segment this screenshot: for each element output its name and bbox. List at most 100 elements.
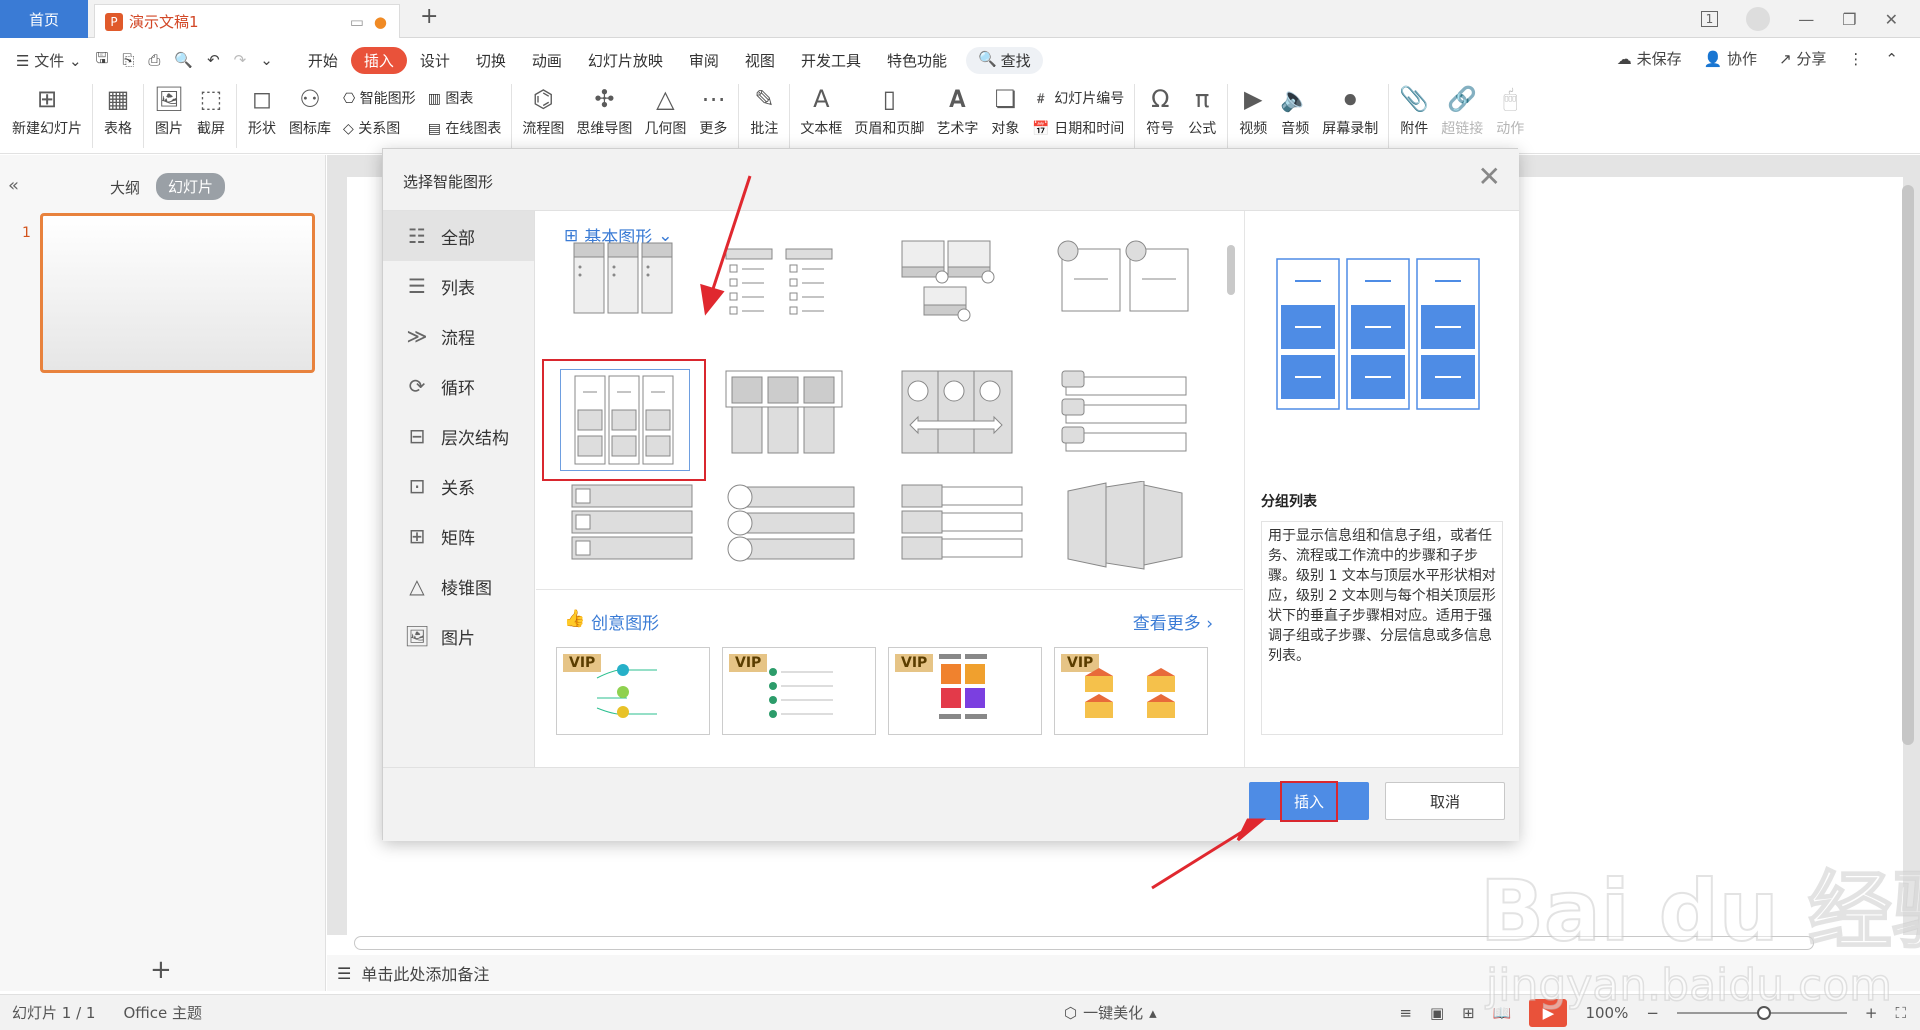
tab-review[interactable]: 审阅 — [676, 47, 732, 74]
smart-shape-button[interactable]: ⎔ 智能图形 — [343, 88, 416, 108]
category-picture[interactable]: 🖼 图片 — [383, 611, 534, 661]
tab-transition[interactable]: 切换 — [463, 47, 519, 74]
collapse-ribbon-icon[interactable]: ⌃ — [1885, 50, 1898, 68]
sorter-view-icon[interactable]: ⊞ — [1462, 1004, 1475, 1022]
close-icon[interactable]: ✕ — [1885, 10, 1898, 29]
export-icon[interactable]: ⎘ — [122, 51, 134, 69]
object-button[interactable]: ❏ 对象 — [984, 80, 1026, 138]
category-pyramid[interactable]: △ 棱锥图 — [383, 561, 534, 611]
page-count-icon[interactable]: 1 — [1700, 11, 1719, 27]
shape-checkbox-list[interactable] — [550, 481, 714, 603]
notes-toggle-icon[interactable]: ≡ — [1399, 1004, 1412, 1022]
shape-picture-caption-list[interactable] — [882, 239, 1046, 361]
tab-start[interactable]: 开始 — [295, 47, 351, 74]
add-slide-button[interactable]: + — [150, 955, 172, 985]
shape-label-list[interactable] — [882, 481, 1046, 603]
tab-insert[interactable]: 插入 — [350, 46, 407, 74]
avatar[interactable] — [1746, 7, 1771, 31]
shape-bullet-list[interactable] — [716, 239, 880, 361]
more-options-icon[interactable]: ⋮ — [1848, 50, 1863, 68]
wordart-button[interactable]: 𝐀 艺术字 — [930, 80, 984, 138]
more-button[interactable]: ⋯ 更多 — [692, 80, 734, 138]
shape-staggered-panels[interactable] — [1048, 480, 1212, 603]
table-button[interactable]: ▦ 表格 — [97, 80, 139, 138]
audio-button[interactable]: 🔈 音频 — [1274, 80, 1316, 138]
shape-tab-list[interactable] — [1048, 361, 1212, 483]
tab-animation[interactable]: 动画 — [519, 47, 575, 74]
relation-diagram-button[interactable]: ◇ 关系图 — [343, 118, 416, 138]
zoom-in-icon[interactable]: + — [1865, 1004, 1878, 1022]
tab-developer[interactable]: 开发工具 — [788, 47, 874, 74]
undo-icon[interactable]: ↶ — [207, 51, 220, 69]
preview-icon[interactable]: 🔍 — [174, 51, 193, 69]
search-button[interactable]: 🔍 查找 — [965, 46, 1043, 74]
hyperlink-button[interactable]: 🔗 超链接 — [1435, 80, 1489, 138]
shape-circle-arrow-process[interactable] — [882, 361, 1046, 483]
shape-circle-accent-list[interactable] — [1048, 239, 1212, 361]
collapse-panel-icon[interactable]: « — [8, 175, 19, 196]
tab-design[interactable]: 设计 — [407, 47, 463, 74]
cancel-button[interactable]: 取消 — [1385, 782, 1505, 820]
datetime-button[interactable]: 📅 日期和时间 — [1032, 118, 1124, 138]
online-chart-button[interactable]: ▤ 在线图表 — [428, 118, 502, 138]
screen-record-button[interactable]: ⏺ 屏幕录制 — [1316, 80, 1384, 138]
vip-template-card[interactable]: VIP — [1054, 647, 1208, 735]
insert-button[interactable]: 插入 — [1249, 780, 1369, 822]
quick-access-dropdown-icon[interactable]: ⌄ — [260, 51, 273, 69]
action-button[interactable]: 🖱 动作 — [1489, 80, 1531, 138]
print-icon[interactable]: ⎙ — [148, 51, 160, 69]
shape-grouped-list[interactable] — [542, 359, 706, 481]
slide-thumbnail[interactable] — [40, 213, 315, 373]
new-slide-button[interactable]: ⊞ 新建幻灯片 — [6, 80, 88, 138]
image-button[interactable]: 🖼 图片 — [148, 80, 190, 138]
flowchart-button[interactable]: ⌬ 流程图 — [516, 80, 570, 138]
tab-slides[interactable]: 幻灯片 — [156, 173, 226, 200]
beautify-button[interactable]: ⬡ 一键美化 ▴ — [1064, 1002, 1157, 1023]
share-button[interactable]: ↗ 分享 — [1779, 48, 1826, 69]
gallery-scrollbar[interactable] — [1227, 245, 1235, 295]
tab-slideshow[interactable]: 幻灯片放映 — [575, 47, 676, 74]
horizontal-scrollbar[interactable] — [354, 936, 1814, 950]
geometry-button[interactable]: △ 几何图 — [638, 80, 692, 138]
tab-view[interactable]: 视图 — [732, 47, 788, 74]
category-process[interactable]: ≫ 流程 — [383, 311, 534, 361]
redo-icon[interactable]: ↷ — [234, 51, 247, 69]
zoom-level[interactable]: 100% — [1585, 1004, 1628, 1022]
normal-view-icon[interactable]: ▣ — [1430, 1004, 1444, 1022]
category-matrix[interactable]: ⊞ 矩阵 — [383, 511, 534, 561]
tab-outline[interactable]: 大纲 — [110, 177, 140, 198]
header-footer-button[interactable]: ▯ 页眉和页脚 — [848, 80, 930, 138]
see-more-link[interactable]: 查看更多 › — [1133, 609, 1213, 634]
video-button[interactable]: ▶ 视频 — [1232, 80, 1274, 138]
zoom-slider[interactable] — [1676, 1005, 1847, 1020]
formula-button[interactable]: π 公式 — [1181, 80, 1223, 138]
shape-button[interactable]: ◻ 形状 — [241, 80, 283, 138]
shape-circle-list[interactable] — [716, 481, 880, 603]
file-menu[interactable]: ☰ 文件 ⌄ — [16, 50, 82, 71]
attachment-button[interactable]: 📎 附件 — [1393, 80, 1435, 138]
tab-features[interactable]: 特色功能 — [874, 47, 960, 74]
fit-window-icon[interactable]: ⛶ — [1895, 1004, 1906, 1022]
unsaved-status[interactable]: ☁ 未保存 — [1617, 48, 1682, 69]
icon-library-button[interactable]: ⚇ 图标库 — [283, 80, 337, 138]
textbox-button[interactable]: A 文本框 — [794, 80, 848, 138]
vip-template-card[interactable]: VIP — [722, 647, 876, 735]
zoom-out-icon[interactable]: − — [1646, 1004, 1659, 1022]
tab-home[interactable]: 首页 — [0, 0, 88, 38]
save-icon[interactable]: 🖫 — [96, 48, 109, 73]
category-relation[interactable]: ⊡ 关系 — [383, 461, 534, 511]
vertical-scrollbar[interactable] — [1902, 185, 1914, 745]
close-icon[interactable]: ✕ — [1478, 163, 1501, 191]
shape-horizontal-grouped-list[interactable] — [716, 361, 880, 483]
screenshot-button[interactable]: ⬚ 截屏 — [190, 80, 232, 138]
vip-template-card[interactable]: VIP — [888, 647, 1042, 735]
category-cycle[interactable]: ⟳ 循环 — [383, 361, 534, 411]
category-hierarchy[interactable]: ⊟ 层次结构 — [383, 411, 534, 461]
vip-template-card[interactable]: VIP — [556, 647, 710, 735]
symbol-button[interactable]: Ω 符号 — [1139, 80, 1181, 138]
restore-icon[interactable]: ❐ — [1842, 10, 1856, 29]
minimize-icon[interactable]: — — [1798, 10, 1814, 29]
new-tab-button[interactable]: + — [420, 4, 438, 29]
tab-document[interactable]: P 演示文稿1 ▭ ● — [94, 4, 400, 38]
chart-button[interactable]: ▥ 图表 — [428, 88, 502, 108]
